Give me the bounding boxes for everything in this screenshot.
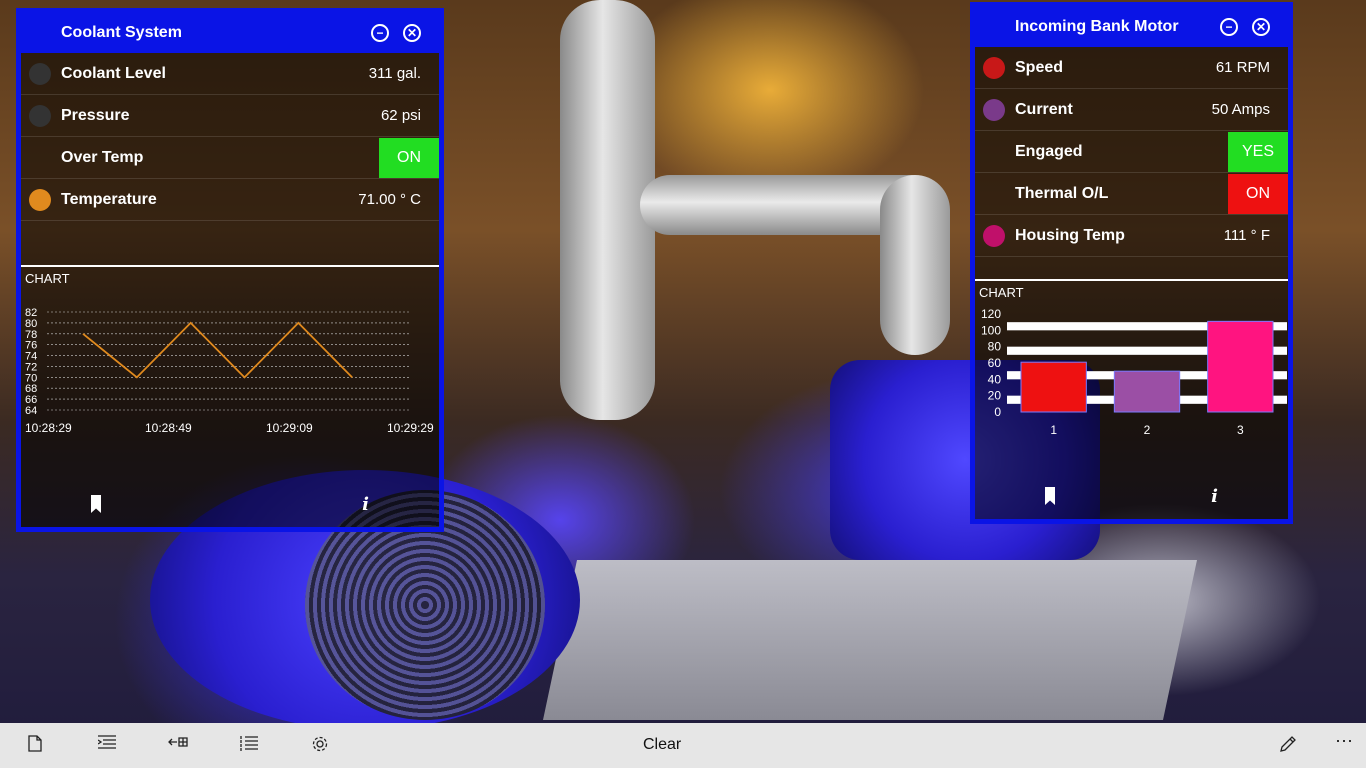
y-tick-label: 20 xyxy=(988,389,1002,403)
x-tick-label: 10:28:29 xyxy=(25,421,72,435)
readings-list: Coolant Level 311 gal. Pressure 62 psi O… xyxy=(21,53,439,221)
temperature-series-line xyxy=(82,321,353,379)
reading-row-speed: Speed 61 RPM xyxy=(975,47,1288,89)
reading-row-thermal-ol: Thermal O/L ON xyxy=(975,173,1288,215)
background-concrete-base xyxy=(542,560,1198,720)
status-indicator-icon xyxy=(29,104,51,127)
y-tick-label: 40 xyxy=(988,372,1002,386)
y-tick-label: 74 xyxy=(25,351,37,363)
y-tick-label: 120 xyxy=(981,307,1001,321)
close-icon[interactable]: ✕ xyxy=(1252,18,1270,36)
minimize-icon[interactable]: − xyxy=(371,24,389,42)
reading-label: Over Temp xyxy=(61,148,144,166)
y-tick-label: 72 xyxy=(25,361,37,373)
panel-footer: i xyxy=(21,481,439,527)
y-tick-label: 60 xyxy=(988,356,1002,370)
x-tick-label: 2 xyxy=(1144,423,1151,434)
info-icon[interactable]: i xyxy=(1211,486,1218,507)
chart-label: CHART xyxy=(25,271,70,286)
chart-label: CHART xyxy=(979,285,1024,300)
y-tick-label: 66 xyxy=(25,394,37,406)
x-tick-label: 10:29:29 xyxy=(387,421,434,435)
bookmark-icon[interactable] xyxy=(91,495,101,513)
info-icon[interactable]: i xyxy=(362,494,369,515)
engaged-status-badge: YES xyxy=(1228,131,1288,172)
incoming-bank-motor-panel: Incoming Bank Motor − ✕ Speed 61 RPM Cur… xyxy=(970,2,1293,524)
status-indicator-icon xyxy=(983,183,1005,205)
motor-bar-chart: 0 20 40 60 80 100 120 1 2 3 xyxy=(981,307,1287,434)
panel-title: Incoming Bank Motor xyxy=(1015,18,1179,35)
status-indicator-icon xyxy=(29,62,51,85)
pencil-icon[interactable] xyxy=(1270,735,1306,757)
status-indicator-icon xyxy=(983,141,1005,163)
x-tick-label: 1 xyxy=(1050,423,1057,434)
y-tick-label: 80 xyxy=(25,318,37,330)
reading-value: 62 psi xyxy=(380,107,421,124)
coolant-system-panel: Coolant System − ✕ Coolant Level 311 gal… xyxy=(16,8,444,532)
reading-row-engaged: Engaged YES xyxy=(975,131,1288,173)
reading-row-temperature: Temperature 71.00 ° C xyxy=(21,179,439,221)
more-ellipsis-icon[interactable]: ⋯ xyxy=(1326,731,1362,752)
reading-label: Speed xyxy=(1015,58,1064,76)
reading-label: Coolant Level xyxy=(61,64,166,82)
y-tick-label: 68 xyxy=(25,383,37,395)
reading-row-pressure: Pressure 62 psi xyxy=(21,95,439,137)
reading-value: 50 Amps xyxy=(1211,101,1270,118)
status-indicator-icon xyxy=(29,147,51,169)
arrow-grid-icon[interactable] xyxy=(160,735,196,752)
new-document-icon[interactable] xyxy=(17,735,53,756)
y-tick-label: 82 xyxy=(25,307,37,319)
reading-value: 111 ° F xyxy=(1223,227,1270,244)
temperature-line-chart: 64666870727476788082 10:28:29 10:28:49 10:2… xyxy=(25,307,434,435)
x-tick-label: 10:28:49 xyxy=(145,421,192,435)
numbered-list-icon[interactable] xyxy=(231,735,267,755)
indent-list-icon[interactable] xyxy=(89,735,125,753)
panel-header: Incoming Bank Motor − ✕ xyxy=(975,7,1288,47)
over-temp-status-badge: ON xyxy=(379,137,439,178)
bar xyxy=(1020,361,1087,413)
y-tick-label: 64 xyxy=(25,405,37,417)
command-bar: Clear ⋯ xyxy=(0,723,1366,768)
status-indicator-icon xyxy=(983,56,1005,79)
y-tick-label: 80 xyxy=(988,340,1002,354)
x-tick-label: 3 xyxy=(1237,423,1244,434)
reading-row-over-temp: Over Temp ON xyxy=(21,137,439,179)
readings-list: Speed 61 RPM Current 50 Amps Engaged YES… xyxy=(975,47,1288,257)
settings-gear-icon[interactable] xyxy=(302,735,338,757)
y-tick-label: 78 xyxy=(25,329,37,341)
status-indicator-icon xyxy=(29,188,51,211)
clear-button[interactable]: Clear xyxy=(643,736,681,754)
bar xyxy=(1113,370,1181,413)
bookmark-icon[interactable] xyxy=(1045,487,1055,505)
minimize-icon[interactable]: − xyxy=(1220,18,1238,36)
y-tick-label: 100 xyxy=(981,323,1001,337)
background-pipe xyxy=(880,175,950,355)
reading-value: 61 RPM xyxy=(1215,59,1270,76)
reading-row-current: Current 50 Amps xyxy=(975,89,1288,131)
y-tick-label: 76 xyxy=(25,340,37,352)
reading-label: Current xyxy=(1015,100,1073,118)
reading-row-coolant-level: Coolant Level 311 gal. xyxy=(21,53,439,95)
panel-title: Coolant System xyxy=(61,24,182,41)
panel-header: Coolant System − ✕ xyxy=(21,13,439,53)
y-tick-label: 70 xyxy=(25,372,37,384)
status-indicator-icon xyxy=(983,224,1005,247)
reading-label: Pressure xyxy=(61,106,130,124)
reading-label: Engaged xyxy=(1015,142,1083,160)
x-tick-label: 10:29:09 xyxy=(266,421,313,435)
status-indicator-icon xyxy=(983,98,1005,121)
reading-row-housing-temp: Housing Temp 111 ° F xyxy=(975,215,1288,257)
thermal-ol-status-badge: ON xyxy=(1228,173,1288,214)
close-icon[interactable]: ✕ xyxy=(403,24,421,42)
panel-footer: i xyxy=(975,473,1288,519)
reading-value: 311 gal. xyxy=(368,65,421,82)
y-tick-label: 0 xyxy=(994,405,1001,419)
reading-label: Thermal O/L xyxy=(1015,184,1109,202)
reading-label: Temperature xyxy=(61,190,157,208)
reading-label: Housing Temp xyxy=(1015,226,1125,244)
reading-value: 71.00 ° C xyxy=(358,191,421,208)
bar xyxy=(1207,320,1274,413)
